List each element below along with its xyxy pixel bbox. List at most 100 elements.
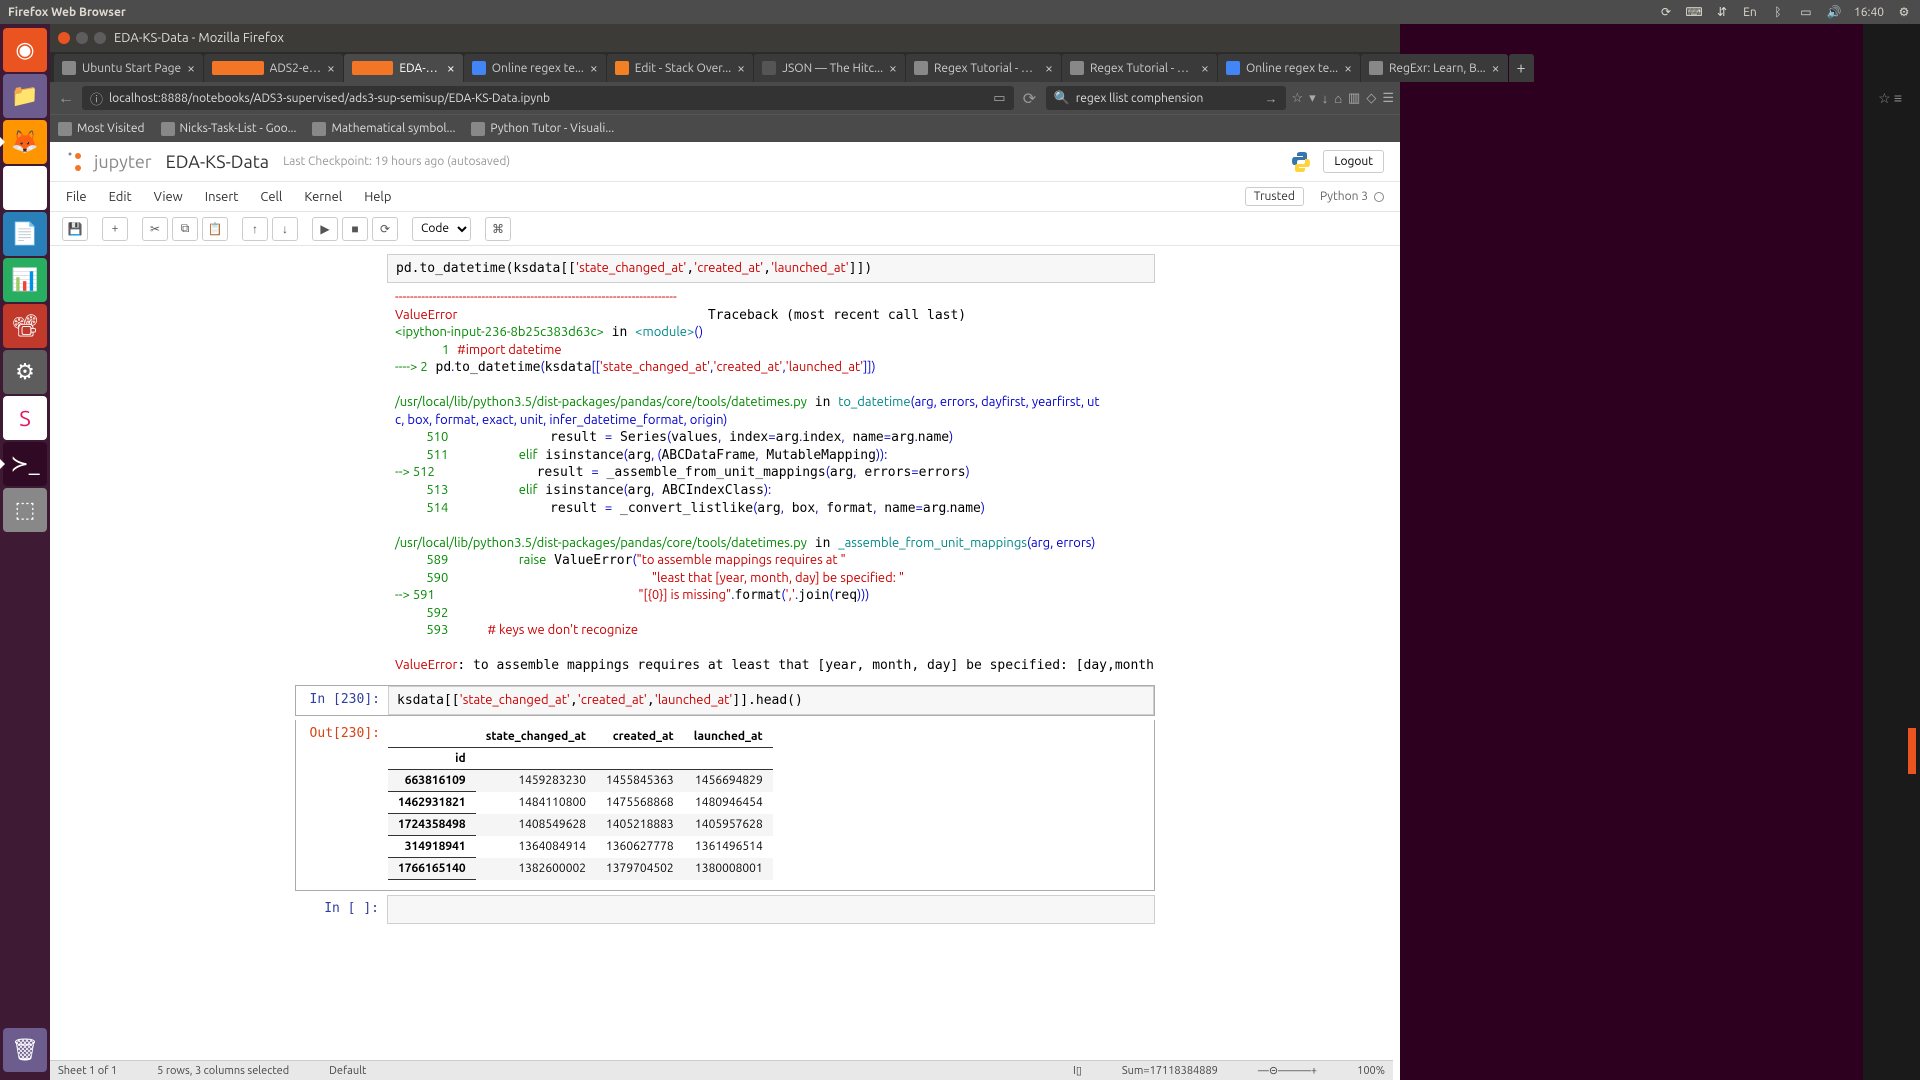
writer-icon[interactable]: 📄: [3, 212, 47, 256]
battery-icon[interactable]: ▭: [1798, 4, 1814, 20]
language-indicator[interactable]: En: [1742, 4, 1758, 20]
tab-close-icon[interactable]: ×: [327, 60, 335, 76]
command-palette-button[interactable]: ⌘: [485, 217, 511, 241]
celltype-select[interactable]: Code: [412, 217, 471, 241]
tab-favicon-icon: [1070, 61, 1084, 75]
notebook-title[interactable]: EDA-KS-Data: [166, 152, 269, 172]
tab-close-icon[interactable]: ×: [1492, 60, 1500, 76]
save-button[interactable]: 💾: [62, 217, 88, 241]
disk-icon[interactable]: ⬚: [3, 488, 47, 532]
tab-label: Ubuntu Start Page: [82, 62, 181, 75]
cut-button[interactable]: ✂: [142, 217, 168, 241]
new-tab-button[interactable]: +: [1509, 54, 1534, 82]
checkpoint-text: Last Checkpoint: 19 hours ago (autosaved…: [283, 155, 510, 168]
code-cell[interactable]: In [ ]:: [295, 895, 1155, 924]
code-cell[interactable]: In [230]: ksdata[['state_changed_at','cr…: [295, 685, 1155, 716]
copy-button[interactable]: ⧉: [172, 217, 198, 241]
keyboard-icon[interactable]: ⌨: [1686, 4, 1702, 20]
menu-insert[interactable]: Insert: [205, 190, 239, 204]
tab-close-icon[interactable]: ×: [590, 60, 598, 76]
restart-button[interactable]: ⟳: [372, 217, 398, 241]
tab-close-icon[interactable]: ×: [187, 60, 195, 76]
tab-close-icon[interactable]: ×: [1045, 60, 1053, 76]
pocket-icon[interactable]: ▾: [1309, 91, 1316, 106]
browser-tab[interactable]: EDA-KS-Data ×: [344, 54, 463, 82]
bookmark-item[interactable]: Nicks-Task-List - Goo...: [161, 122, 297, 136]
tab-close-icon[interactable]: ×: [889, 60, 897, 76]
menu-icon[interactable]: ☰: [1382, 91, 1394, 106]
tab-close-icon[interactable]: ×: [1344, 60, 1352, 76]
move-up-button[interactable]: ↑: [242, 217, 268, 241]
menu-edit[interactable]: Edit: [109, 190, 132, 204]
window-maximize-button[interactable]: [94, 32, 106, 44]
gear-icon[interactable]: ⚙: [1896, 4, 1912, 20]
clock[interactable]: 16:40: [1854, 6, 1884, 19]
zoom-slider[interactable]: —⊝———+: [1258, 1064, 1317, 1077]
pocket2-icon[interactable]: ◇: [1366, 91, 1376, 106]
jupyter-logo[interactable]: jupyter: [66, 150, 152, 174]
back-button[interactable]: ←: [56, 89, 76, 108]
reader-icon[interactable]: ▭: [993, 91, 1005, 106]
reload-button[interactable]: ⟳: [1020, 89, 1040, 108]
firefox-icon[interactable]: 🦊: [3, 120, 47, 164]
address-bar[interactable]: ⓘ localhost:8888/notebooks/ADS3-supervis…: [82, 86, 1014, 110]
browser-tab[interactable]: Ubuntu Start Page ×: [54, 54, 203, 82]
menu-help[interactable]: Help: [364, 190, 391, 204]
calc-icon[interactable]: 📊: [3, 258, 47, 302]
downloads-icon[interactable]: ↓: [1322, 91, 1329, 106]
tab-close-icon[interactable]: ×: [1201, 60, 1209, 76]
run-button[interactable]: ▶: [312, 217, 338, 241]
star-icon[interactable]: ☆ ≡: [1878, 90, 1902, 107]
kernel-indicator[interactable]: Python 3: [1320, 190, 1384, 203]
code-cell[interactable]: pd.to_datetime(ksdata[['state_changed_at…: [295, 254, 1155, 681]
search-bar[interactable]: 🔍 regex llist comphension →: [1046, 86, 1286, 110]
settings-icon[interactable]: ⚙: [3, 350, 47, 394]
terminal-icon[interactable]: ≻_: [3, 442, 47, 486]
stop-button[interactable]: ■: [342, 217, 368, 241]
browser-tab[interactable]: Edit - Stack Over...×: [607, 54, 753, 82]
code-input[interactable]: ksdata[['state_changed_at','created_at',…: [388, 686, 1154, 715]
files-icon[interactable]: 📁: [3, 74, 47, 118]
browser-tab[interactable]: RegExr: Learn, B...×: [1361, 54, 1508, 82]
paste-button[interactable]: 📋: [202, 217, 228, 241]
trusted-badge[interactable]: Trusted: [1245, 187, 1304, 206]
slack-icon[interactable]: S: [3, 396, 47, 440]
sync-icon[interactable]: ⟳: [1658, 4, 1674, 20]
browser-tab[interactable]: Online regex te...×: [464, 54, 606, 82]
sheet-indicator: Sheet 1 of 1: [58, 1065, 117, 1077]
code-input[interactable]: [387, 895, 1155, 924]
dropdown-icon[interactable]: →: [1265, 91, 1278, 106]
wifi-icon[interactable]: ⇵: [1714, 4, 1730, 20]
move-down-button[interactable]: ↓: [272, 217, 298, 241]
home-icon[interactable]: ⌂: [1334, 91, 1342, 106]
tab-label: EDA-KS-Data: [399, 62, 440, 75]
tab-close-icon[interactable]: ×: [447, 60, 455, 76]
bookmark-item[interactable]: Mathematical symbol...: [312, 122, 455, 136]
star-icon[interactable]: ☆: [1292, 91, 1304, 106]
menu-kernel[interactable]: Kernel: [304, 190, 342, 204]
browser-tab[interactable]: Online regex te...×: [1218, 54, 1360, 82]
menu-cell[interactable]: Cell: [260, 190, 282, 204]
chrome-icon[interactable]: ◯: [3, 166, 47, 210]
browser-tab[interactable]: Regex Tutorial - Rep...×: [1062, 54, 1217, 82]
browser-tab[interactable]: ADS2-eda-unsup×: [204, 54, 343, 82]
menu-file[interactable]: File: [66, 190, 87, 204]
tab-close-icon[interactable]: ×: [737, 60, 745, 76]
logout-button[interactable]: Logout: [1323, 150, 1384, 173]
impress-icon[interactable]: 📽: [3, 304, 47, 348]
menu-view[interactable]: View: [154, 190, 183, 204]
browser-tab[interactable]: JSON — The Hitc...×: [754, 54, 905, 82]
browser-tab[interactable]: Regex Tutorial - Par...×: [906, 54, 1061, 82]
dash-icon[interactable]: ◉: [3, 28, 47, 72]
add-cell-button[interactable]: +: [102, 217, 128, 241]
bluetooth-icon[interactable]: ᛒ: [1770, 4, 1786, 20]
info-icon[interactable]: ⓘ: [90, 89, 103, 108]
bookmark-item[interactable]: Python Tutor - Visuali...: [471, 122, 614, 136]
window-close-button[interactable]: [58, 32, 70, 44]
code-input[interactable]: pd.to_datetime(ksdata[['state_changed_at…: [387, 254, 1155, 283]
window-minimize-button[interactable]: [76, 32, 88, 44]
volume-icon[interactable]: 🔊: [1826, 4, 1842, 20]
trash-icon[interactable]: 🗑: [3, 1028, 47, 1072]
library-icon[interactable]: ▥: [1348, 91, 1360, 106]
bookmark-item[interactable]: Most Visited: [58, 122, 145, 136]
